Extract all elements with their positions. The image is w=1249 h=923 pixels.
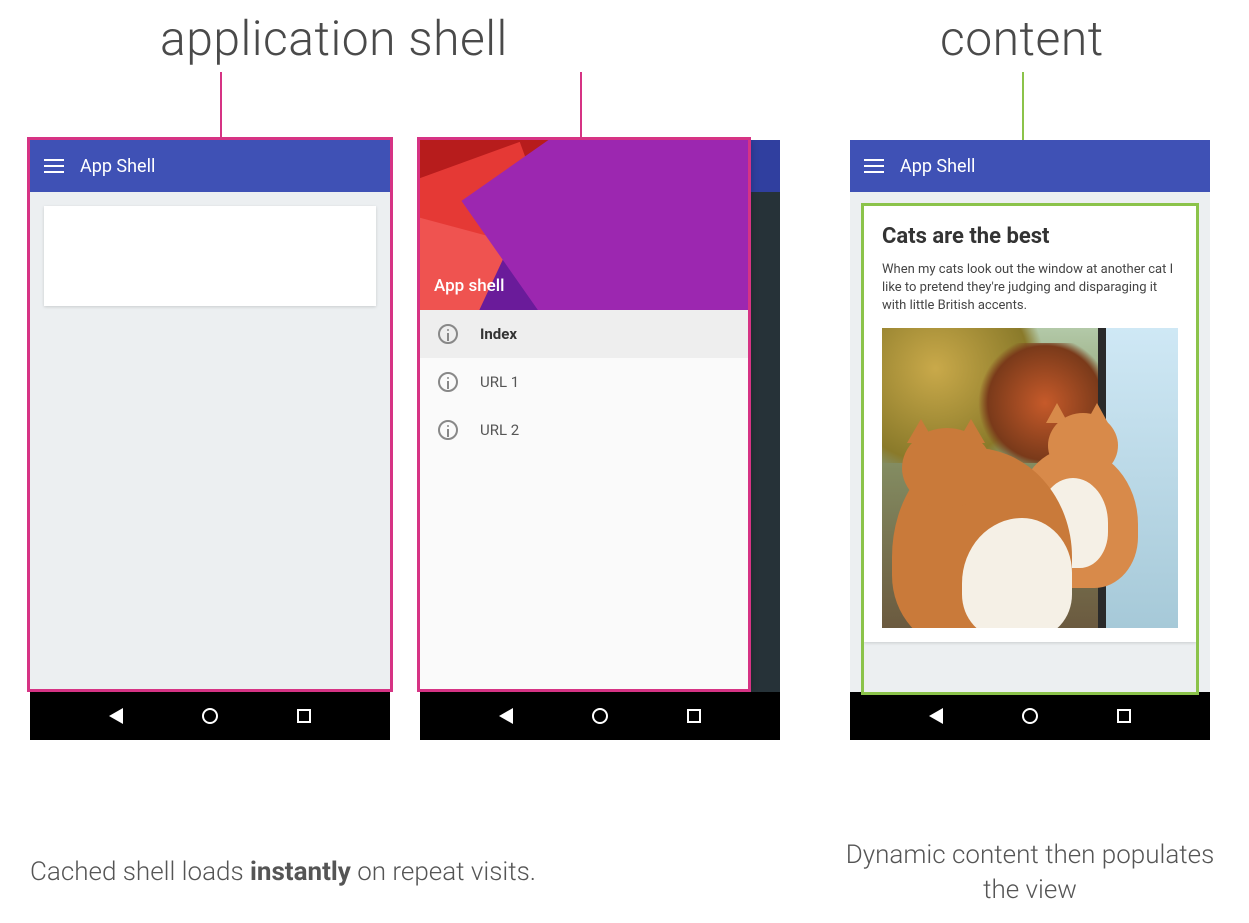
phone-body: Cats are the best When my cats look out … xyxy=(850,192,1210,692)
content-card: Cats are the best When my cats look out … xyxy=(864,206,1196,642)
home-icon[interactable] xyxy=(1022,708,1038,724)
drawer-item-index[interactable]: Index xyxy=(420,310,748,358)
drawer-item-url1[interactable]: URL 1 xyxy=(420,358,748,406)
drawer-header-title: App shell xyxy=(434,276,504,296)
home-icon[interactable] xyxy=(202,708,218,724)
recents-icon[interactable] xyxy=(1117,709,1131,723)
android-navbar xyxy=(850,692,1210,740)
back-icon[interactable] xyxy=(929,708,943,724)
appbar: App Shell xyxy=(30,140,390,192)
caption-shell-strong: instantly xyxy=(250,857,351,887)
caption-content: Dynamic content then populates the view xyxy=(840,838,1220,908)
drawer-item-label: URL 2 xyxy=(480,421,519,439)
android-navbar xyxy=(30,692,390,740)
scrim xyxy=(750,192,780,692)
android-navbar xyxy=(420,692,780,740)
label-application-shell: application shell xyxy=(160,10,508,67)
recents-icon[interactable] xyxy=(297,709,311,723)
article-title: Cats are the best xyxy=(882,224,1178,249)
drawer-item-label: URL 1 xyxy=(480,373,519,391)
caption-shell-pre: Cached shell loads xyxy=(30,857,250,887)
recents-icon[interactable] xyxy=(687,709,701,723)
back-icon[interactable] xyxy=(499,708,513,724)
caption-shell: Cached shell loads instantly on repeat v… xyxy=(30,855,750,890)
placeholder-card xyxy=(44,206,376,306)
appbar-title: App Shell xyxy=(900,156,975,177)
home-icon[interactable] xyxy=(592,708,608,724)
phone-content: App Shell Cats are the best When my cats… xyxy=(850,140,1210,740)
appbar-title: App Shell xyxy=(80,156,155,177)
drawer-list: Index URL 1 URL 2 xyxy=(420,310,748,692)
back-icon[interactable] xyxy=(109,708,123,724)
drawer-item-label: Index xyxy=(480,325,517,343)
phone-shell-drawer: App shell Index URL 1 URL xyxy=(420,140,780,740)
caption-shell-post: on repeat visits. xyxy=(351,857,536,887)
connector-line-middle xyxy=(580,72,582,144)
article-body: When my cats look out the window at anot… xyxy=(882,261,1178,316)
info-icon xyxy=(438,324,458,344)
drawer-item-url2[interactable]: URL 2 xyxy=(420,406,748,454)
info-icon xyxy=(438,420,458,440)
hamburger-icon[interactable] xyxy=(864,159,884,173)
label-content: content xyxy=(940,10,1104,67)
info-icon xyxy=(438,372,458,392)
appbar: App Shell xyxy=(850,140,1210,192)
drawer-header: App shell xyxy=(420,140,748,310)
connector-line-left xyxy=(220,72,222,144)
phone-body xyxy=(30,192,390,692)
article-image xyxy=(882,328,1178,628)
phone-shell-empty: App Shell xyxy=(30,140,390,740)
hamburger-icon[interactable] xyxy=(44,159,64,173)
nav-drawer: App shell Index URL 1 URL xyxy=(420,140,748,692)
